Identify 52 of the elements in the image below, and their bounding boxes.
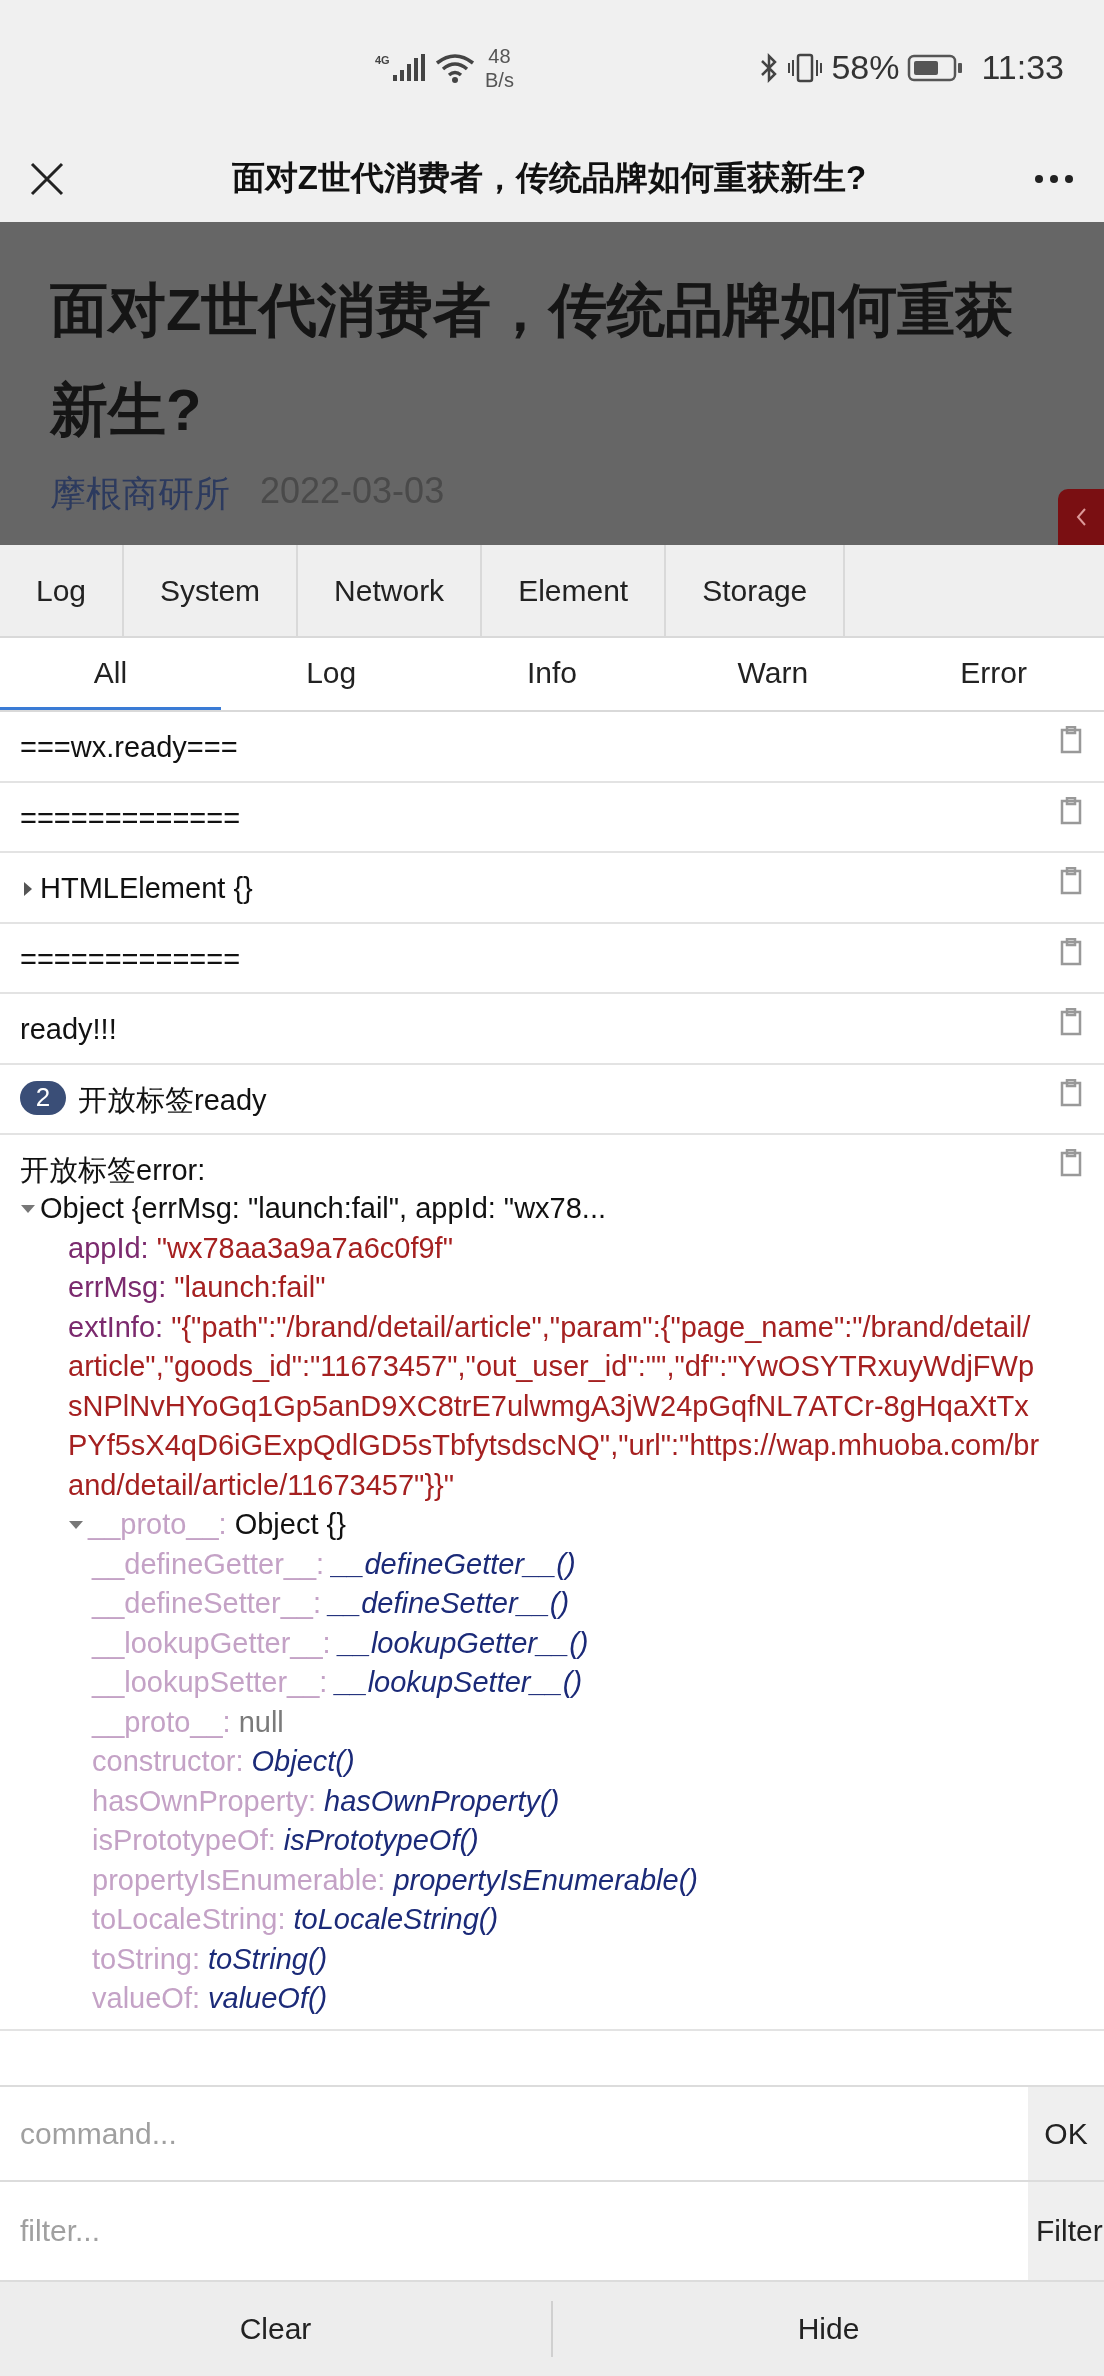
log-filter-tab[interactable]: Error <box>883 638 1104 710</box>
repeat-count: 2 <box>20 1080 66 1115</box>
property-entry: toLocaleString: toLocaleString() <box>92 1902 499 1937</box>
article-title: 面对Z世代消费者，传统品牌如何重获新生? <box>50 276 1015 444</box>
object-summary: Object {errMsg: "launch:fail", appId: "wx78... <box>40 1191 607 1226</box>
log-message: ready!!! <box>20 1012 117 1047</box>
chevron-left-icon <box>1075 507 1087 527</box>
property-entry: appId: "wx78aa3a9a7a6c0f9f" <box>68 1230 453 1266</box>
clock-time: 11:33 <box>981 48 1064 87</box>
log-filter-tab[interactable]: Info <box>441 638 663 710</box>
property-entry: errMsg: "launch:fail" <box>68 1270 326 1305</box>
log-message: ============= <box>20 941 241 977</box>
ok-button[interactable]: OK <box>1028 2087 1104 2180</box>
clipboard-icon[interactable] <box>1060 937 1082 966</box>
property-entry: valueOf: valueOf() <box>92 1981 328 2016</box>
network-speed: 48 <box>488 43 511 68</box>
filter-button[interactable]: Filter <box>1028 2182 1104 2280</box>
property-entry: __lookupSetter__: __lookupSetter__() <box>92 1665 583 1700</box>
battery-icon <box>907 52 964 83</box>
property-entry: __proto__: Object {} <box>88 1507 346 1542</box>
log-message: 开放标签error: <box>20 1153 206 1188</box>
log-filter-tab[interactable]: Warn <box>662 638 884 710</box>
property-entry: __defineSetter__: __defineSetter__() <box>92 1586 570 1621</box>
property-entry: isPrototypeOf: isPrototypeOf() <box>92 1823 479 1858</box>
log-message: ============= <box>20 800 241 836</box>
log-message: HTMLElement {} <box>40 871 253 906</box>
property-entry: extInfo: "{"path":"/brand/detail/article","param":{"page_name":"/brand/detail/article","goods_id":"11673457","out_user_id":"","df":"YwOSYTRxuyWdjFWpsNPlNvHYoGq1Gp5anD9XC8trE7ulwmgA3jW24pGqfNL7ATCr-8gHqaXtTxPYf5sX4qD6iGExpQdlGD5sTbfytsdscNQ","url":"https://wap.mhuoba.com/brand/detail/article/11673457"}}" <box>68 1309 1041 1503</box>
property-entry: __proto__: null <box>92 1704 284 1740</box>
clipboard-icon[interactable] <box>1060 1149 1082 1177</box>
clipboard-icon[interactable] <box>1060 726 1082 754</box>
battery-percent: 58% <box>831 48 900 87</box>
wifi-icon <box>435 52 475 83</box>
log-message: 开放标签ready <box>78 1082 267 1118</box>
property-entry: __lookupGetter__: __lookupGetter__() <box>92 1625 589 1661</box>
log-filter-tab[interactable]: All <box>0 638 221 710</box>
page-title: 面对Z世代消费者，传统品牌如何重获新生? <box>230 158 868 198</box>
property-entry: toString: toString() <box>92 1941 328 1977</box>
property-entry: propertyIsEnumerable: propertyIsEnumerable() <box>92 1862 698 1898</box>
clipboard-icon[interactable] <box>1060 1078 1082 1107</box>
vibrate-icon <box>787 51 824 84</box>
clipboard-icon[interactable] <box>1060 796 1082 825</box>
property-entry: hasOwnProperty: hasOwnProperty() <box>92 1783 560 1819</box>
close-icon[interactable] <box>30 161 64 196</box>
side-tab[interactable] <box>1058 489 1104 545</box>
log-filter-tab[interactable]: Log <box>220 638 442 710</box>
clipboard-icon[interactable] <box>1060 867 1082 895</box>
clipboard-icon[interactable] <box>1060 1008 1082 1036</box>
log-message: ===wx.ready=== <box>20 730 238 765</box>
more-icon[interactable] <box>1034 173 1074 184</box>
property-entry: constructor: Object() <box>92 1744 355 1779</box>
property-entry: __defineGetter__: __defineGetter__() <box>92 1546 576 1582</box>
speed-unit: B/s <box>485 67 514 92</box>
